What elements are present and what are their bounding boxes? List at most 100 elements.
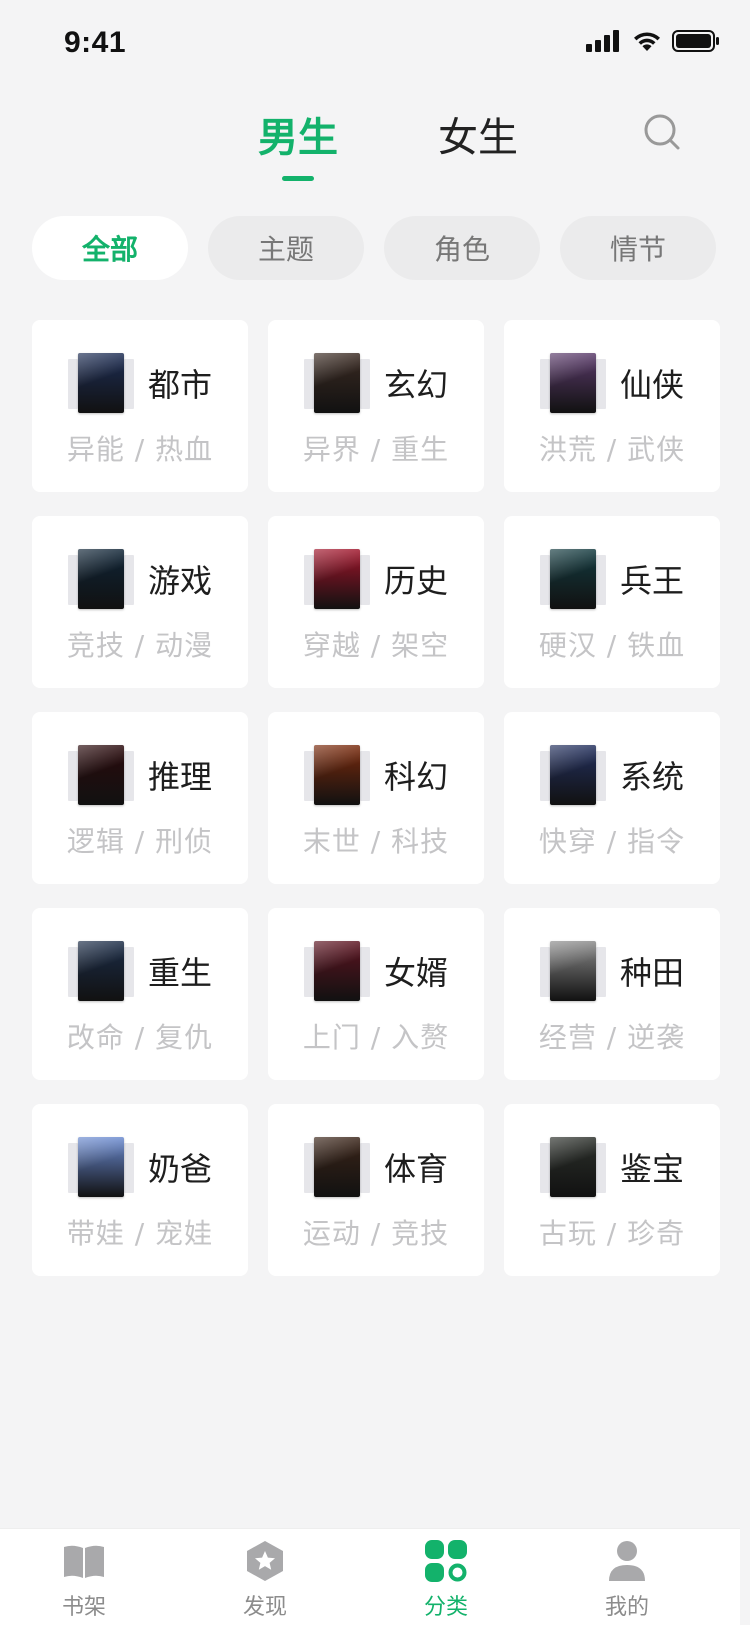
tab-male-label: 男生 (258, 115, 338, 161)
status-bar: 9:41 (0, 0, 750, 90)
filter-chip-plot[interactable]: 情节 (560, 216, 716, 280)
category-card[interactable]: 游戏 竞技 / 动漫 (32, 516, 248, 688)
category-subtitle: 异界 / 重生 (302, 433, 450, 466)
tabbar-label: 分类 (423, 1595, 468, 1620)
category-card[interactable]: 仙侠 洪荒 / 武侠 (504, 320, 720, 492)
book-cover-image (314, 353, 360, 413)
book-cover-image (550, 353, 596, 413)
category-subtitle: 快穿 / 指令 (538, 825, 686, 858)
tab-female[interactable]: 女生 (438, 105, 518, 163)
book-cover-image (78, 353, 124, 413)
category-title: 鉴宝 (620, 1150, 685, 1188)
filter-row: 全部 主题 角色 情节 (32, 216, 722, 280)
book-cover-image (550, 941, 596, 1001)
book-cover-image (78, 1137, 124, 1197)
filter-chip-role[interactable]: 角色 (384, 216, 540, 280)
book-cover-image (550, 1137, 596, 1197)
filter-chip-theme[interactable]: 主题 (208, 216, 364, 280)
tabbar-label: 我的 (604, 1595, 649, 1620)
category-subtitle: 竞技 / 动漫 (66, 629, 214, 662)
book-cover-stack (304, 1137, 370, 1197)
category-title: 玄幻 (384, 366, 449, 404)
category-card[interactable]: 历史 穿越 / 架空 (268, 516, 484, 688)
bottom-tab-bar: 书架 发现 分类 我的 (0, 1528, 740, 1625)
category-card[interactable]: 鉴宝 古玩 / 珍奇 (504, 1104, 720, 1276)
book-icon (64, 1545, 104, 1578)
category-subtitle: 上门 / 入赘 (302, 1021, 450, 1054)
category-subtitle: 古玩 / 珍奇 (538, 1217, 686, 1250)
book-cover-image (314, 549, 360, 609)
category-card[interactable]: 推理 逻辑 / 刑侦 (32, 712, 248, 884)
cellular-signal-icon (586, 30, 619, 52)
category-card[interactable]: 玄幻 异界 / 重生 (268, 320, 484, 492)
category-subtitle: 异能 / 热血 (66, 433, 214, 466)
tabbar-label: 发现 (242, 1595, 287, 1620)
status-icons (586, 30, 720, 52)
category-card[interactable]: 奶爸 带娃 / 宠娃 (32, 1104, 248, 1276)
category-title: 兵王 (620, 562, 685, 600)
book-cover-stack (540, 745, 606, 805)
category-title: 游戏 (148, 562, 213, 600)
category-title: 体育 (384, 1150, 449, 1188)
book-cover-stack (68, 745, 134, 805)
category-title: 女婿 (384, 954, 449, 992)
filter-chip-all[interactable]: 全部 (32, 216, 188, 280)
category-grid-icon (425, 1540, 467, 1582)
book-cover-image (314, 745, 360, 805)
book-cover-image (78, 941, 124, 1001)
category-card[interactable]: 都市 异能 / 热血 (32, 320, 248, 492)
category-title: 仙侠 (620, 366, 685, 404)
category-title: 科幻 (384, 758, 449, 796)
tabbar-item-discover[interactable]: 发现 (215, 1539, 315, 1621)
book-cover-stack (68, 353, 134, 413)
category-card[interactable]: 种田 经营 / 逆袭 (504, 908, 720, 1080)
category-subtitle: 穿越 / 架空 (302, 629, 450, 662)
book-cover-stack (540, 941, 606, 1001)
category-subtitle: 末世 / 科技 (302, 825, 450, 858)
book-cover-image (550, 549, 596, 609)
book-cover-stack (540, 353, 606, 413)
tabbar-label: 书架 (61, 1595, 106, 1620)
tabbar-item-bookshelf[interactable]: 书架 (34, 1539, 134, 1621)
category-subtitle: 带娃 / 宠娃 (66, 1217, 214, 1250)
book-cover-stack (304, 549, 370, 609)
gender-tabs: 男生 女生 (0, 105, 750, 181)
status-time: 9:41 (64, 26, 127, 59)
category-title: 都市 (148, 366, 213, 404)
book-cover-image (78, 549, 124, 609)
wifi-icon (634, 32, 660, 51)
category-card[interactable]: 系统 快穿 / 指令 (504, 712, 720, 884)
book-cover-stack (68, 549, 134, 609)
category-subtitle: 运动 / 竞技 (302, 1217, 450, 1250)
tab-female-label: 女生 (438, 115, 518, 161)
tabbar-item-mine[interactable]: 我的 (577, 1539, 677, 1621)
search-icon[interactable] (642, 112, 682, 152)
category-subtitle: 硬汉 / 铁血 (538, 629, 686, 662)
category-title: 奶爸 (148, 1150, 213, 1188)
book-cover-image (78, 745, 124, 805)
book-cover-stack (540, 549, 606, 609)
battery-icon (672, 30, 719, 52)
category-title: 历史 (384, 562, 449, 600)
active-tab-indicator (282, 176, 314, 181)
category-grid: 都市 异能 / 热血 玄幻 异界 / 重生 仙侠 洪荒 / 武侠 游戏 竞技 /… (32, 320, 722, 1276)
book-cover-stack (540, 1137, 606, 1197)
category-card[interactable]: 体育 运动 / 竞技 (268, 1104, 484, 1276)
category-card[interactable]: 兵王 硬汉 / 铁血 (504, 516, 720, 688)
tab-male[interactable]: 男生 (258, 105, 338, 181)
category-title: 推理 (148, 758, 213, 796)
book-cover-stack (304, 745, 370, 805)
category-card[interactable]: 女婿 上门 / 入赘 (268, 908, 484, 1080)
person-icon (609, 1541, 645, 1581)
star-hexagon-icon (247, 1541, 283, 1581)
tabbar-item-category[interactable]: 分类 (396, 1539, 496, 1621)
book-cover-image (550, 745, 596, 805)
category-subtitle: 逻辑 / 刑侦 (66, 825, 214, 858)
category-title: 种田 (620, 954, 685, 992)
category-card[interactable]: 科幻 末世 / 科技 (268, 712, 484, 884)
category-subtitle: 改命 / 复仇 (66, 1021, 214, 1054)
category-subtitle: 经营 / 逆袭 (538, 1021, 686, 1054)
category-title: 系统 (620, 758, 685, 796)
book-cover-image (314, 1137, 360, 1197)
category-card[interactable]: 重生 改命 / 复仇 (32, 908, 248, 1080)
